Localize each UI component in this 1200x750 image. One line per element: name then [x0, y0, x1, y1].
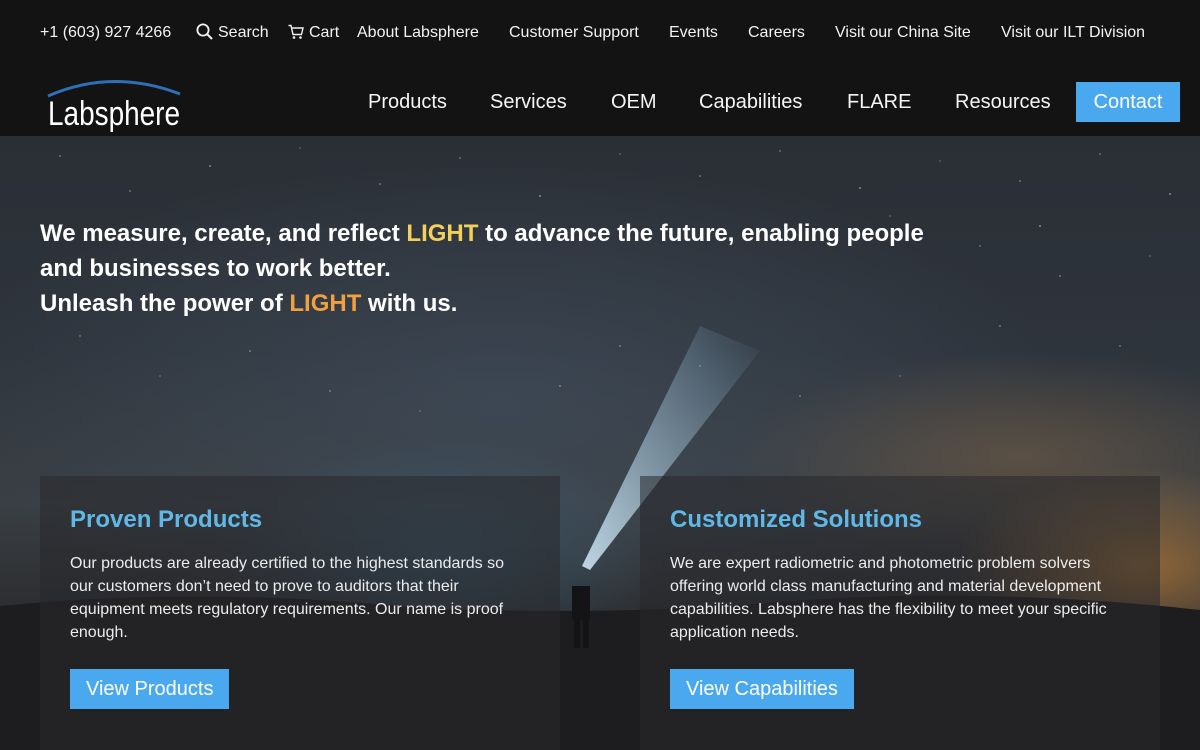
contact-button[interactable]: Contact [1076, 82, 1180, 122]
search-link[interactable]: Search [196, 23, 269, 43]
tagline-highlight: LIGHT [289, 290, 362, 317]
panel-body: We are expert radiometric and photometri… [670, 555, 1107, 641]
china-site-link[interactable]: Visit our China Site [835, 23, 971, 43]
events-link[interactable]: Events [669, 23, 718, 43]
view-capabilities-button[interactable]: View Capabilities [670, 669, 854, 709]
cart-label: Cart [309, 24, 340, 41]
panel-title: Customized Solutions [670, 506, 922, 533]
tagline-part: with us. [361, 290, 458, 317]
nav-capabilities[interactable]: Capabilities [699, 90, 802, 114]
logo-text: Labsphere [48, 95, 180, 132]
tagline-part: Unleash the power of [40, 290, 290, 317]
tagline-part: We measure, create, and reflect [40, 220, 407, 247]
about-link[interactable]: About Labsphere [357, 23, 479, 43]
customer-support-link[interactable]: Customer Support [509, 23, 639, 43]
panel-body: Our products are already certified to th… [70, 555, 505, 641]
view-products-button[interactable]: View Products [70, 669, 230, 709]
main-nav: Labsphere Products Services OEM Capabili… [0, 66, 1200, 136]
cart-link[interactable]: Cart [288, 23, 339, 43]
proven-products-panel: Proven Products Our products are already… [40, 476, 560, 750]
phone-link[interactable]: +1 (603) 927 4266 [40, 23, 171, 43]
careers-link[interactable]: Careers [748, 23, 805, 43]
nav-services[interactable]: Services [490, 90, 567, 114]
customized-solutions-panel: Customized Solutions We are expert radio… [640, 476, 1160, 750]
nav-products[interactable]: Products [368, 90, 447, 114]
cart-icon [288, 24, 304, 39]
nav-oem[interactable]: OEM [611, 90, 657, 114]
ilt-division-link[interactable]: Visit our ILT Division [1001, 23, 1145, 43]
search-icon [196, 23, 213, 40]
panel-title: Proven Products [70, 506, 263, 533]
nav-resources[interactable]: Resources [955, 90, 1051, 114]
tagline-highlight: LIGHT [406, 220, 479, 247]
hero-tagline: We measure, create, and reflect LIGHT to… [40, 216, 960, 321]
search-label: Search [218, 24, 269, 41]
labsphere-logo[interactable]: Labsphere [42, 74, 187, 132]
utility-bar: +1 (603) 927 4266 Search Cart About Labs… [0, 0, 1200, 66]
nav-flare[interactable]: FLARE [847, 90, 911, 114]
hero-section: We measure, create, and reflect LIGHT to… [0, 136, 1200, 750]
